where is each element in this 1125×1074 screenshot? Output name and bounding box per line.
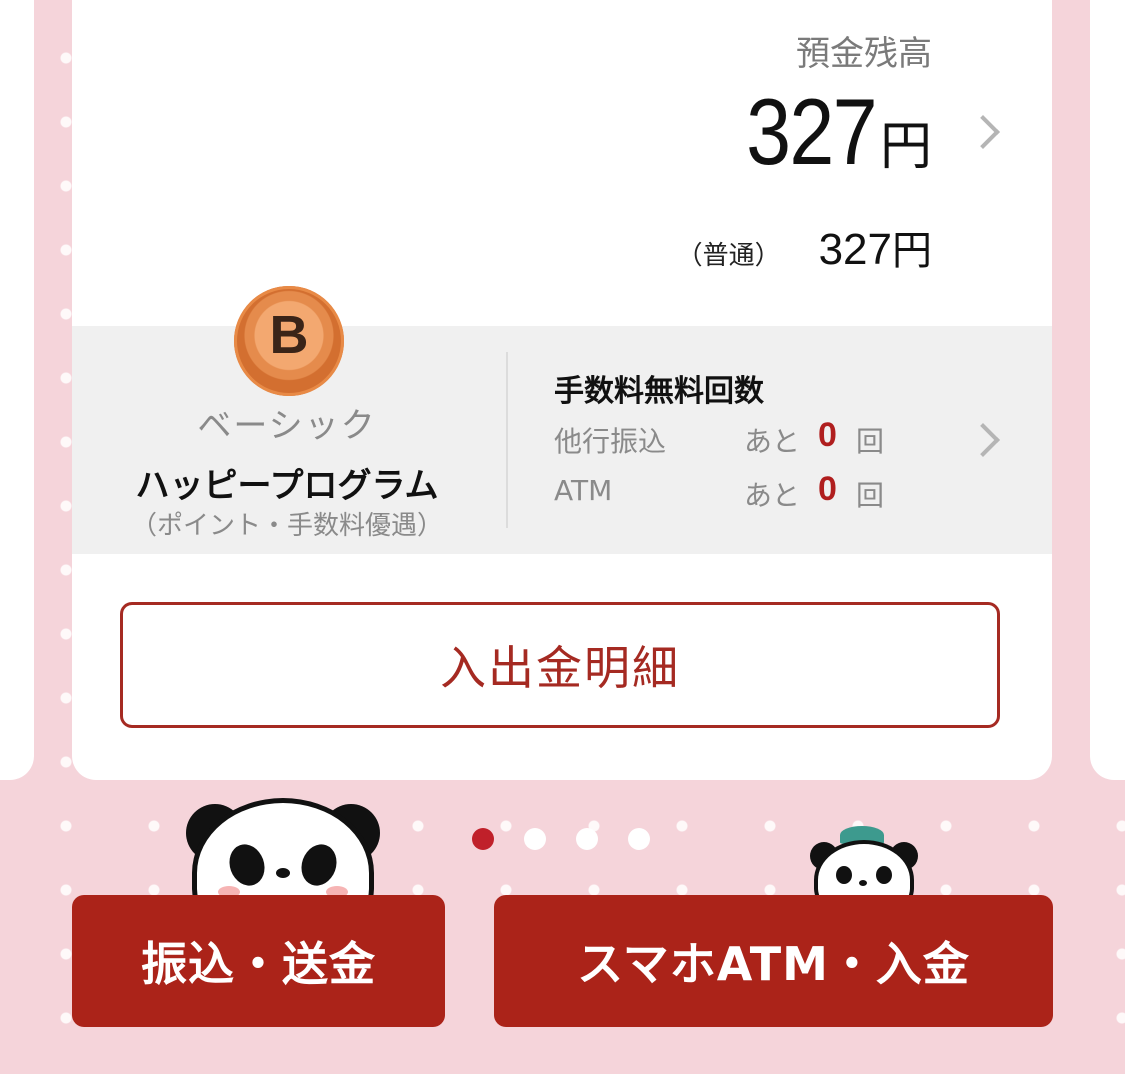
panda-icon [806,826,922,920]
carousel-pagination [472,828,650,850]
balance-currency: 円 [879,117,932,177]
page-dot-active[interactable] [472,828,494,850]
smartphone-atm-deposit-button[interactable]: スマホATM・入金 [494,895,1053,1027]
fee-unit: 回 [856,425,885,458]
chevron-right-icon[interactable] [966,115,1000,149]
page-dot[interactable] [576,828,598,850]
rank-badge-icon: B [234,286,344,396]
page-dot[interactable] [628,828,650,850]
fee-unit: 回 [856,479,885,512]
program-description: （ポイント・手数料優遇） [130,511,443,541]
fee-prefix: あと [744,479,801,512]
sub-account-balance: （普通） 327 円 [677,218,932,276]
next-card-edge[interactable] [1090,0,1125,780]
divider [506,352,508,528]
previous-card-edge[interactable] [0,0,34,780]
program-name: ハッピープログラム [135,466,439,506]
fee-count: 0 [818,470,837,508]
fee-count: 0 [818,416,837,454]
sub-account-amount: 327 [818,225,892,274]
fee-prefix: あと [744,425,801,458]
transfer-button[interactable]: 振込・送金 [72,895,445,1027]
fee-label: ATM [554,474,613,507]
balance-amount[interactable]: 327 円 [725,78,932,186]
account-card: 預金残高 327 円 （普通） 327 円 B ベーシック ハッピープログラム … [72,0,1052,780]
fee-row-atm: ATM あと 0 回 [554,470,914,518]
page-dot[interactable] [524,828,546,850]
transaction-history-button[interactable]: 入出金明細 [120,602,1000,728]
program-rank: ベーシック [197,406,377,446]
sub-account-currency: 円 [892,228,932,274]
fee-free-title: 手数料無料回数 [554,374,764,409]
fee-row-transfer: 他行振込 あと 0 回 [554,416,914,464]
fee-label: 他行振込 [554,425,667,458]
sub-account-kind: （普通） [676,241,781,271]
badge-letter: B [269,305,309,365]
balance-amount-value: 327 [746,79,877,184]
balance-label: 預金残高 [796,34,932,74]
